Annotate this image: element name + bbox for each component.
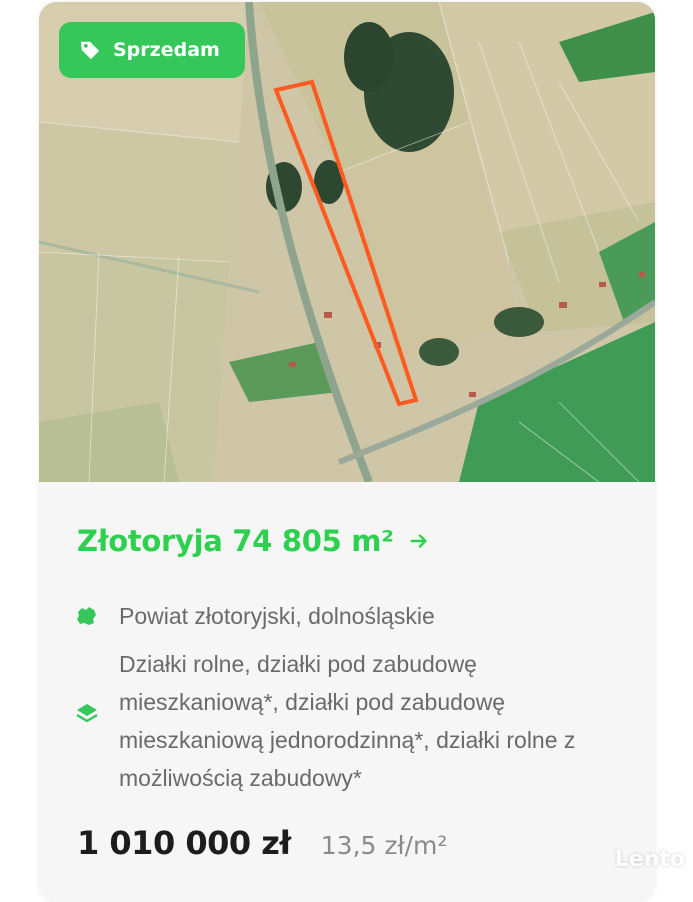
plot-types-row: Działki rolne, działki pod zabudowę mies… <box>75 645 635 797</box>
location-text: Powiat złotoryjski, dolnośląskie <box>119 603 435 629</box>
region-map-icon <box>77 607 96 625</box>
plot-types-text: Działki rolne, działki pod zabudowę mies… <box>119 651 576 791</box>
listing-card[interactable]: Sprzedam Złotoryja 74 805 m² Powiat złot… <box>39 2 655 902</box>
sale-badge-label: Sprzedam <box>113 39 220 61</box>
location-row: Powiat złotoryjski, dolnośląskie <box>75 597 435 635</box>
listing-title[interactable]: Złotoryja 74 805 m² <box>77 524 394 558</box>
sale-badge: Sprzedam <box>59 22 245 78</box>
price: 1 010 000 zł <box>77 824 291 862</box>
listing-title-link[interactable]: Złotoryja 74 805 m² <box>77 524 430 558</box>
aerial-map-image[interactable]: Sprzedam <box>39 2 655 482</box>
price-per-m2: 13,5 zł/m² <box>320 831 448 860</box>
lento-watermark: Lento <box>614 847 685 872</box>
arrow-right-icon[interactable] <box>408 530 430 552</box>
price-row: 1 010 000 zł 13,5 zł/m² <box>77 824 447 862</box>
layers-icon <box>76 704 98 723</box>
tag-icon <box>80 41 100 60</box>
